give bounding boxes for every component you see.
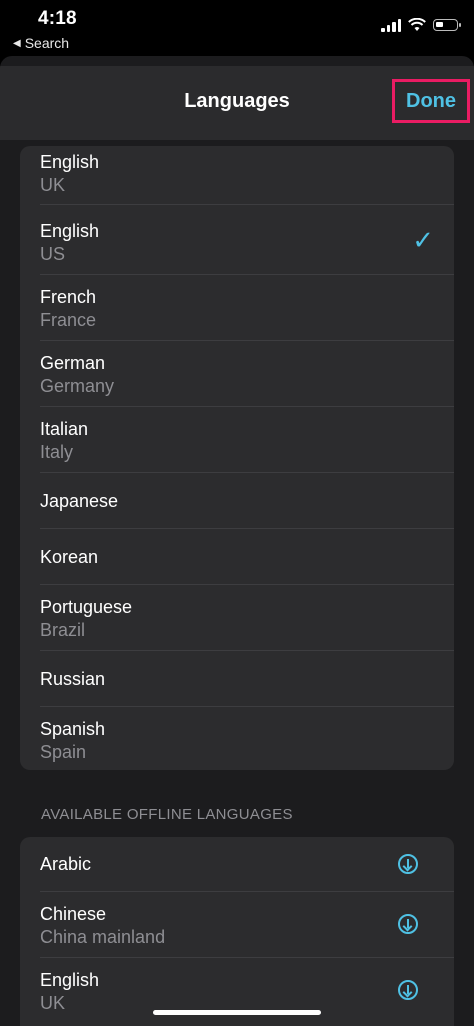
language-row[interactable]: Japanese: [40, 473, 454, 529]
offline-language-row[interactable]: Arabic: [40, 837, 454, 892]
languages-list: English UK English US ✓ French France Ge…: [20, 146, 454, 770]
navigation-bar: Languages Done: [0, 66, 474, 140]
back-search-label: Search: [24, 35, 70, 51]
language-name: Arabic: [40, 854, 92, 874]
cellular-signal-icon: [381, 18, 401, 32]
language-region: China mainland: [40, 927, 166, 947]
language-name: Italian: [40, 419, 89, 439]
language-row[interactable]: English UK: [40, 146, 454, 205]
language-name: Portuguese: [40, 597, 133, 617]
language-region: Germany: [40, 376, 115, 396]
language-name: English: [40, 152, 100, 172]
done-button[interactable]: Done: [392, 79, 470, 123]
wifi-icon: [408, 18, 426, 31]
home-indicator[interactable]: [153, 1010, 321, 1015]
language-name: French: [40, 287, 97, 307]
language-name: Russian: [40, 669, 106, 689]
language-row[interactable]: German Germany: [40, 341, 454, 407]
status-bar: 4:18 ◀ Search: [0, 0, 474, 56]
back-to-search-link[interactable]: ◀ Search: [13, 35, 69, 51]
language-row[interactable]: English US ✓: [40, 209, 454, 275]
battery-icon: [433, 19, 461, 31]
language-region: US: [40, 244, 66, 264]
download-circle-icon[interactable]: [398, 980, 418, 1000]
status-icons: [381, 18, 461, 32]
offline-section-header: AVAILABLE OFFLINE LANGUAGES: [41, 806, 293, 823]
language-region: France: [40, 310, 97, 330]
language-row[interactable]: Russian: [40, 651, 454, 707]
language-region: UK: [40, 175, 66, 195]
language-name: German: [40, 353, 106, 373]
language-name: English: [40, 221, 100, 241]
language-name: Japanese: [40, 491, 119, 511]
language-row[interactable]: Portuguese Brazil: [40, 585, 454, 651]
checkmark-icon: ✓: [412, 225, 434, 255]
language-region: Spain: [40, 742, 87, 762]
language-name: Chinese: [40, 904, 107, 924]
back-arrow-icon: ◀: [13, 37, 21, 49]
language-row[interactable]: Korean: [40, 529, 454, 585]
language-name: English: [40, 970, 100, 990]
language-name: Korean: [40, 547, 99, 567]
language-region: Italy: [40, 442, 74, 462]
language-row[interactable]: French France: [40, 275, 454, 341]
offline-language-row[interactable]: Chinese China mainland: [40, 892, 454, 958]
language-row[interactable]: Italian Italy: [40, 407, 454, 473]
language-region: Brazil: [40, 620, 86, 640]
status-time: 4:18: [38, 8, 77, 29]
language-row[interactable]: Spanish Spain: [40, 707, 454, 770]
language-name: Spanish: [40, 719, 106, 739]
download-circle-icon[interactable]: [398, 854, 418, 874]
language-region: UK: [40, 993, 66, 1013]
languages-sheet: Languages Done English UK English US ✓ F…: [0, 56, 474, 1026]
offline-languages-list: Arabic Chinese China mainland English UK: [20, 837, 454, 1026]
download-circle-icon[interactable]: [398, 914, 418, 934]
